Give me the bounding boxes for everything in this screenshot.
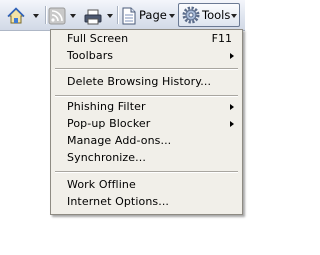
menu-item-full-screen[interactable]: Full Screen F11 xyxy=(51,31,242,48)
menu-item-label: Delete Browsing History... xyxy=(67,75,212,88)
home-icon xyxy=(7,7,25,24)
tools-menu-label: Tools xyxy=(202,8,231,22)
chevron-down-icon[interactable] xyxy=(33,14,39,18)
menu-item-manage-add-ons[interactable]: Manage Add-ons... xyxy=(51,133,242,150)
page-content-area xyxy=(0,31,50,255)
menu-item-label: Pop-up Blocker xyxy=(67,117,151,130)
separator xyxy=(117,6,119,24)
print-button[interactable] xyxy=(82,4,116,26)
menu-item-label: Synchronize... xyxy=(67,151,146,164)
feeds-icon xyxy=(48,7,66,25)
gear-icon xyxy=(182,6,200,24)
chevron-down-icon[interactable] xyxy=(70,14,76,18)
menu-item-delete-browsing-history[interactable]: Delete Browsing History... xyxy=(51,74,242,91)
tools-menu-button[interactable]: Tools xyxy=(178,3,240,27)
menu-item-label: Manage Add-ons... xyxy=(67,134,172,147)
submenu-arrow-icon xyxy=(230,53,234,59)
page-menu-label: Page xyxy=(139,8,167,22)
shortcut-label: F11 xyxy=(211,32,232,45)
feeds-button[interactable] xyxy=(48,4,78,26)
menu-separator xyxy=(55,68,238,70)
menu-item-label: Full Screen xyxy=(67,32,129,45)
tools-dropdown-menu: Full Screen F11 Toolbars Delete Browsing… xyxy=(50,29,243,215)
menu-separator xyxy=(55,95,238,97)
print-icon xyxy=(84,9,102,25)
menu-item-work-offline[interactable]: Work Offline xyxy=(51,177,242,194)
chevron-down-icon[interactable] xyxy=(169,14,175,18)
separator xyxy=(45,6,47,24)
menu-item-toolbars[interactable]: Toolbars xyxy=(51,48,242,65)
menu-item-internet-options[interactable]: Internet Options... xyxy=(51,194,242,211)
menu-separator xyxy=(55,171,238,173)
menu-item-synchronize[interactable]: Synchronize... xyxy=(51,150,242,167)
menu-item-popup-blocker[interactable]: Pop-up Blocker xyxy=(51,116,242,133)
menu-item-label: Phishing Filter xyxy=(67,100,146,113)
chevron-down-icon[interactable] xyxy=(107,14,113,18)
menu-item-label: Toolbars xyxy=(67,49,114,62)
home-button[interactable] xyxy=(2,4,42,26)
chevron-down-icon xyxy=(231,14,237,18)
menu-item-label: Internet Options... xyxy=(67,195,170,208)
page-icon xyxy=(122,7,136,25)
page-menu-button[interactable]: Page xyxy=(121,4,175,26)
submenu-arrow-icon xyxy=(230,121,234,127)
menu-item-label: Work Offline xyxy=(67,178,136,191)
menu-item-phishing-filter[interactable]: Phishing Filter xyxy=(51,99,242,116)
submenu-arrow-icon xyxy=(230,104,234,110)
command-bar: Page Tools xyxy=(0,0,245,31)
